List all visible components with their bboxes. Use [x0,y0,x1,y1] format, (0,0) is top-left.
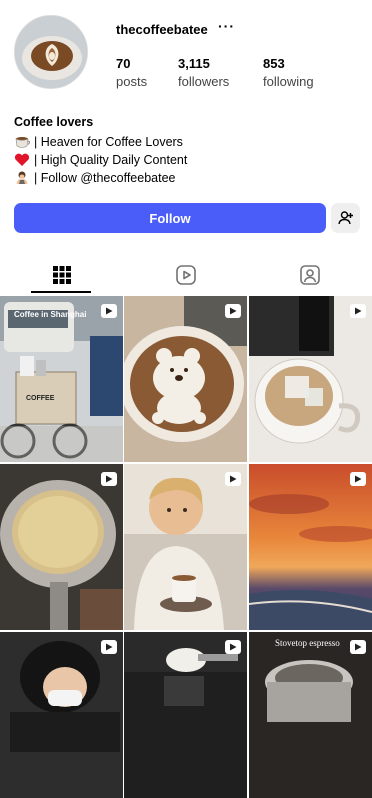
post-thumbnail [124,464,247,630]
tagged-icon [300,265,320,285]
post-thumbnail [0,296,123,462]
tab-reels[interactable] [124,258,248,292]
post-tile[interactable] [124,296,247,462]
heart-icon [14,153,30,166]
suggested-accounts-button[interactable] [331,203,360,233]
bowing-person-icon [16,171,28,184]
bio-text: | High Quality Daily Content [34,153,188,167]
reel-icon [350,304,366,318]
post-thumbnail [0,632,123,798]
tab-tagged[interactable] [248,258,372,292]
grid-icon [53,266,71,284]
reel-icon [225,640,241,654]
profile-username: thecoffeebatee [116,22,208,37]
post-tile[interactable] [124,632,247,798]
reels-icon [176,265,196,285]
post-thumbnail [249,632,372,798]
reel-icon [350,472,366,486]
followers-label[interactable]: followers [178,74,229,89]
post-tile[interactable] [249,296,372,462]
add-person-icon [337,211,353,225]
bio-text: | Follow @thecoffeebatee [34,171,176,185]
reel-icon [101,304,117,318]
post-thumbnail [0,464,123,630]
post-tile[interactable]: Stovetop espresso [249,632,372,798]
post-grid: Coffee in Shanghai COFFEE Stovetop espre… [0,296,372,798]
bio-text: | Heaven for Coffee Lovers [34,135,183,149]
post-tile[interactable] [124,464,247,630]
post-thumbnail [249,296,372,462]
bio-line: | Follow @thecoffeebatee [14,171,176,185]
bio-line: | Heaven for Coffee Lovers [14,135,183,149]
post-tile[interactable] [249,464,372,630]
followers-count[interactable]: 3,115 [178,56,210,71]
bio-line: | High Quality Daily Content [14,153,187,167]
follow-button[interactable]: Follow [14,203,326,233]
post-tile[interactable]: Coffee in Shanghai COFFEE [0,296,123,462]
reel-icon [101,640,117,654]
more-options-icon[interactable]: ··· [218,18,235,34]
post-thumbnail [124,632,247,798]
post-tile[interactable] [0,464,123,630]
following-count[interactable]: 853 [263,56,285,71]
reel-icon [350,640,366,654]
profile-avatar[interactable] [14,15,88,89]
posts-label: posts [116,74,148,89]
following-label[interactable]: following [263,74,314,89]
post-thumbnail [249,464,372,630]
tab-posts-grid[interactable] [0,258,124,292]
post-thumbnail [124,296,247,462]
reel-icon [225,472,241,486]
active-tab-indicator [31,291,91,293]
coffee-cup-icon [15,137,30,148]
posts-count: 70 [116,56,131,71]
post-caption: Coffee in Shanghai [14,310,87,319]
cart-sign-text: COFFEE [26,395,55,402]
post-caption: Stovetop espresso [275,638,340,648]
bio-display-name: Coffee lovers [14,115,94,129]
post-tile[interactable] [0,632,123,798]
reel-icon [225,304,241,318]
reel-icon [101,472,117,486]
